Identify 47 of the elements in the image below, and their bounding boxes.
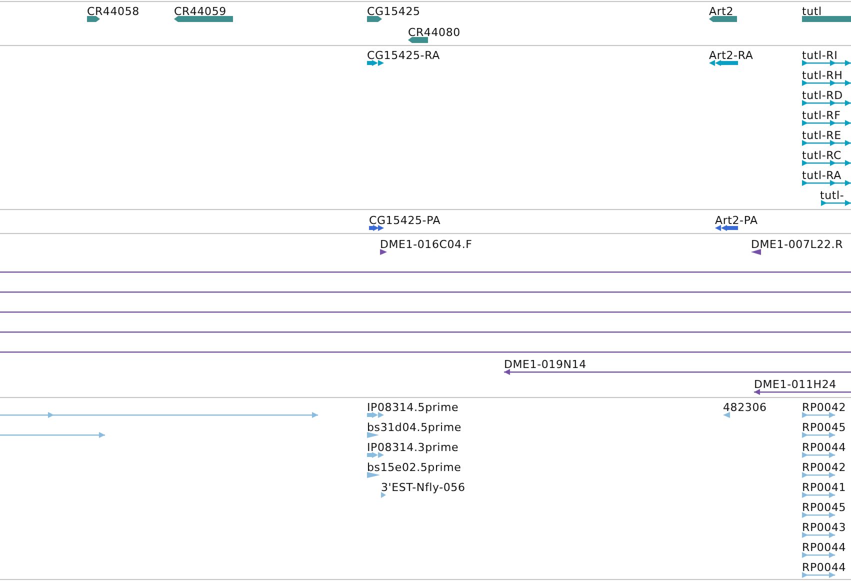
- feature-label: 482306: [723, 401, 767, 414]
- feature-label: tutl-: [820, 189, 844, 202]
- feature-label: CR44059: [174, 4, 226, 18]
- feature-label: tutl-RF: [802, 109, 841, 122]
- feature-label: RP0045: [802, 421, 846, 434]
- feature-line[interactable]: [802, 159, 851, 167]
- feature-label: DME1-019N14: [504, 358, 586, 371]
- feature-label: DME1-007L22.R: [751, 238, 844, 251]
- feature-line[interactable]: [802, 119, 851, 127]
- feature-label: RP0044: [802, 561, 846, 574]
- feature-label: RP0044: [802, 541, 846, 554]
- feature-label: bs31d04.5prime: [367, 421, 462, 434]
- feature-line[interactable]: [802, 59, 851, 67]
- feature-label: bs15e02.5prime: [367, 461, 462, 474]
- feature-label: CG15425: [367, 4, 420, 18]
- feature-label: RP0045: [802, 501, 846, 514]
- feature-label: tutl-RI: [802, 49, 838, 62]
- feature-label: CR44058: [87, 4, 140, 18]
- feature-label: tutl-RA: [802, 169, 842, 182]
- feature-label: CG15425-RA: [367, 49, 440, 62]
- feature-line[interactable]: [802, 79, 851, 87]
- feature-label: DME1-016C04.F: [380, 238, 472, 251]
- feature-label: Art2: [709, 4, 734, 18]
- feature-label: RP0042: [802, 461, 846, 474]
- feature-line[interactable]: [754, 388, 851, 396]
- feature-label: IP08314.5prime: [367, 401, 459, 414]
- feature-label: DME1-011H24: [754, 378, 836, 391]
- feature-label: IP08314.3prime: [367, 441, 459, 454]
- feature-label: tutl-RH: [802, 69, 843, 82]
- feature-label: Art2-PA: [715, 214, 758, 227]
- feature-line[interactable]: [504, 368, 851, 376]
- feature-label: CG15425-PA: [369, 214, 441, 227]
- feature-label: RP0042: [802, 401, 846, 414]
- feature-line[interactable]: [802, 139, 851, 147]
- feature-label: RP0041: [802, 481, 846, 494]
- feature-line[interactable]: [821, 199, 851, 207]
- feature-label: tutl-RE: [802, 129, 842, 142]
- feature-line[interactable]: [802, 179, 851, 187]
- feature-label: Art2-RA: [709, 49, 754, 62]
- feature-label: tutl-RC: [802, 149, 842, 162]
- feature-label: tutl: [802, 4, 822, 18]
- feature-label: tutl-RD: [802, 89, 843, 102]
- feature-label: CR44080: [408, 26, 460, 39]
- feature-label: RP0043: [802, 521, 846, 534]
- feature-line[interactable]: [802, 99, 851, 107]
- feature-label: RP0044: [802, 441, 846, 454]
- feature-label: 3'EST-Nfly-056: [381, 481, 466, 494]
